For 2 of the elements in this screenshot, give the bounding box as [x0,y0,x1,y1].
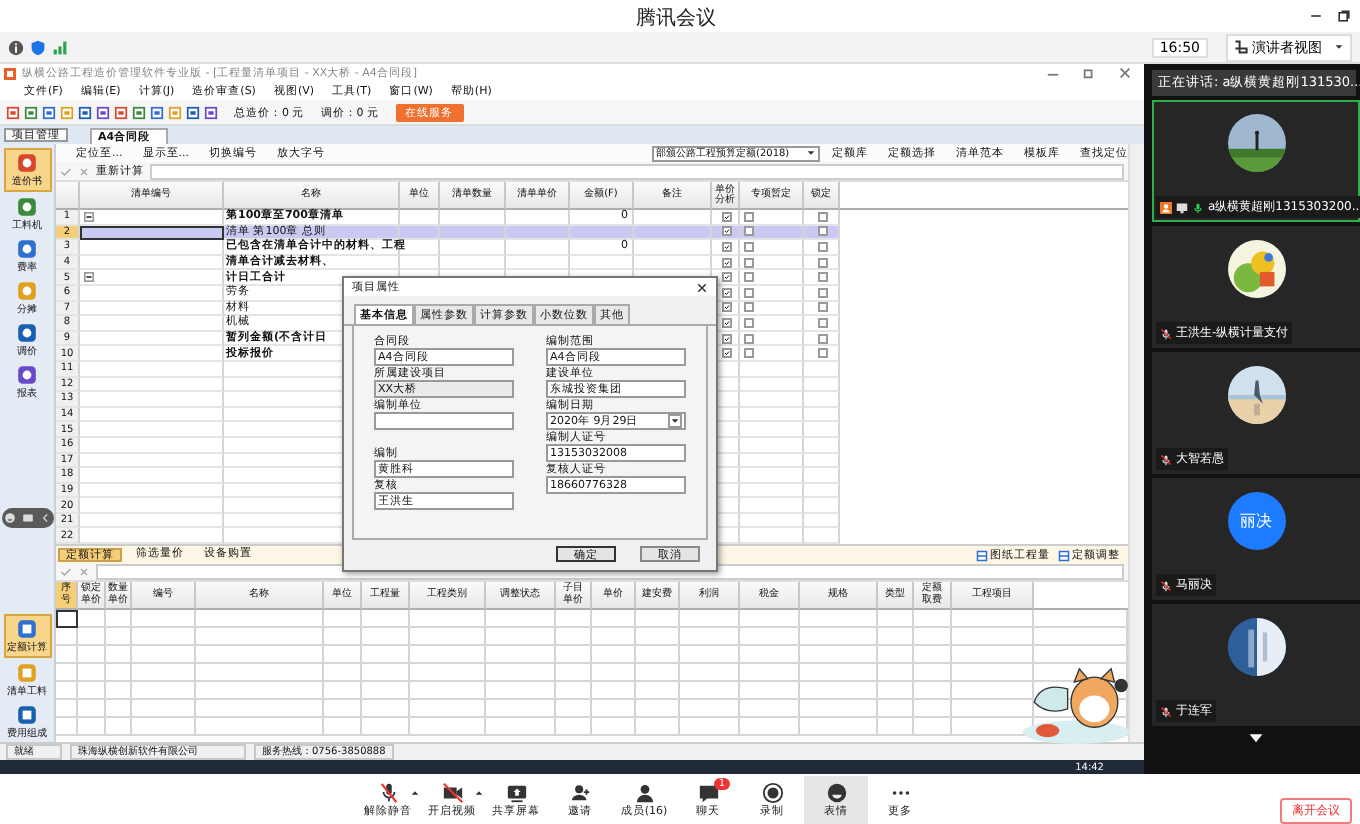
window-title: 腾讯会议 [636,5,716,32]
avatar: 丽决 [1227,492,1285,550]
